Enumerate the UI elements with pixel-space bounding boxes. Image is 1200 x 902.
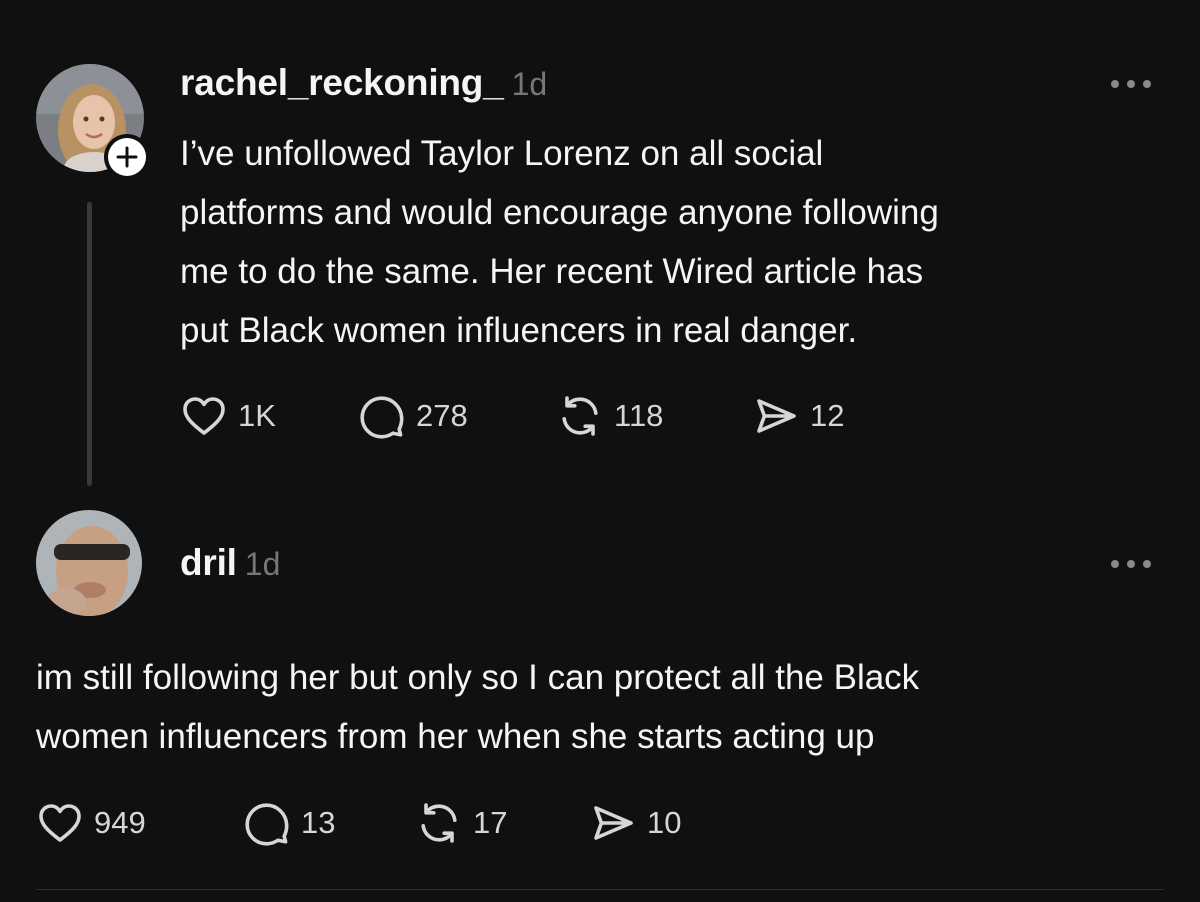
comment-button[interactable]: 13 — [243, 799, 415, 847]
plus-icon — [116, 146, 138, 168]
repost-count: 17 — [473, 805, 508, 840]
share-count: 10 — [647, 805, 682, 840]
more-horizontal-icon — [1111, 80, 1119, 88]
username[interactable]: rachel_reckoning_ — [180, 62, 504, 103]
action-bar: 1K 278 118 12 — [180, 392, 844, 440]
post-text: im still following her but only so I can… — [36, 658, 920, 756]
repost-button[interactable]: 118 — [556, 392, 752, 440]
share-button[interactable]: 10 — [589, 799, 681, 847]
repost-icon — [421, 803, 457, 843]
send-icon — [757, 399, 796, 433]
action-bar: 949 13 17 10 — [36, 799, 681, 847]
comment-button[interactable]: 278 — [358, 392, 556, 440]
share-count: 12 — [810, 398, 845, 433]
comment-icon — [360, 396, 404, 439]
like-count: 1K — [238, 398, 276, 433]
divider — [36, 889, 1164, 890]
username[interactable]: dril — [180, 542, 237, 583]
post-header: dril 1d — [180, 542, 280, 584]
repost-icon — [562, 396, 598, 436]
like-count: 949 — [94, 805, 146, 840]
more-options-button[interactable] — [1111, 78, 1151, 90]
send-icon — [594, 806, 633, 840]
like-button[interactable]: 1K — [180, 392, 358, 440]
post-header: rachel_reckoning_ 1d — [180, 62, 547, 104]
heart-icon — [39, 804, 81, 842]
follow-button[interactable] — [104, 134, 150, 180]
repost-button[interactable]: 17 — [415, 799, 589, 847]
post-text: I’ve unfollowed Taylor Lorenz on all soc… — [180, 134, 939, 350]
timestamp: 1d — [511, 66, 548, 102]
avatar[interactable] — [36, 510, 142, 616]
repost-count: 118 — [614, 398, 664, 433]
thread-line — [87, 202, 92, 486]
more-horizontal-icon — [1111, 560, 1119, 568]
more-options-button[interactable] — [1111, 558, 1151, 570]
timestamp: 1d — [244, 546, 281, 582]
heart-icon — [183, 397, 225, 435]
comment-count: 278 — [416, 398, 468, 433]
avatar-photo — [36, 510, 142, 616]
comment-icon — [245, 803, 289, 846]
comment-count: 13 — [301, 805, 336, 840]
like-button[interactable]: 949 — [36, 799, 243, 847]
share-button[interactable]: 12 — [752, 392, 844, 440]
